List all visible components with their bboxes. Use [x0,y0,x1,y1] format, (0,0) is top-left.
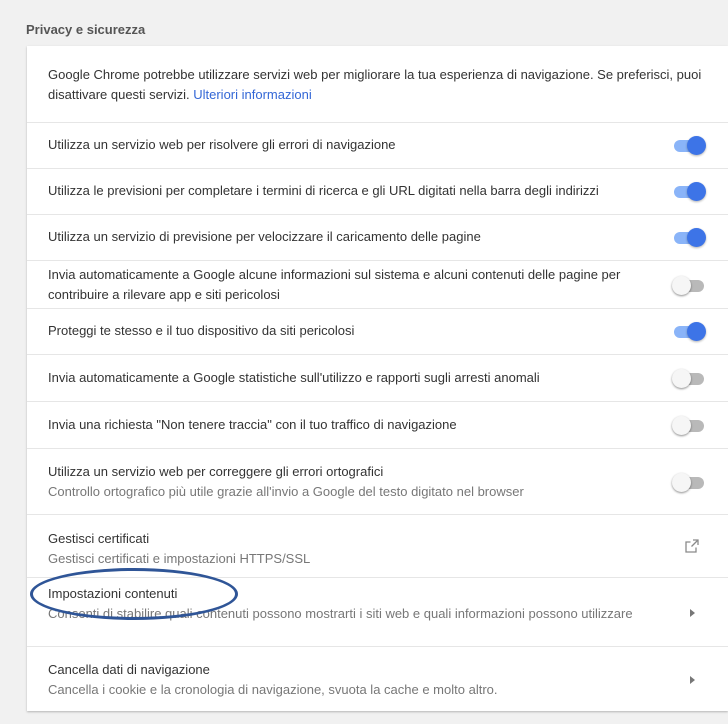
link-label: Impostazioni contenuti [48,586,178,601]
setting-row-do-not-track[interactable]: Invia una richiesta "Non tenere traccia"… [27,401,728,448]
setting-label: Proteggi te stesso e il tuo dispositivo … [48,323,355,338]
setting-row-safe-browsing-reports[interactable]: Invia automaticamente a Google alcune in… [27,260,728,308]
link-sublabel: Gestisci certificati e impostazioni HTTP… [48,551,311,566]
toggle-knob [687,182,706,201]
intro-description: Google Chrome potrebbe utilizzare serviz… [48,67,702,102]
open-in-new-icon[interactable] [684,538,700,554]
intro-row: Google Chrome potrebbe utilizzare serviz… [27,46,728,122]
link-sublabel: Consenti di stabilire quali contenuti po… [48,606,633,621]
safe-browsing-reports-toggle[interactable] [672,276,704,295]
setting-row-navigation-errors[interactable]: Utilizza un servizio web per risolvere g… [27,122,728,168]
link-row-content-settings[interactable]: Impostazioni contenuti Consenti di stabil… [27,577,728,646]
setting-row-page-preload[interactable]: Utilizza un servizio di previsione per v… [27,214,728,260]
search-predictions-toggle[interactable] [674,182,706,201]
learn-more-link[interactable]: Ulteriori informazioni [193,87,311,102]
setting-label: Utilizza un servizio di previsione per v… [48,229,481,244]
chevron-right-icon[interactable] [690,609,695,617]
do-not-track-toggle[interactable] [672,416,704,435]
setting-row-spell-check[interactable]: Utilizza un servizio web per correggere … [27,448,728,514]
toggle-knob [672,416,691,435]
setting-label: Utilizza le previsioni per completare i … [48,183,599,198]
setting-label: Utilizza un servizio web per correggere … [48,464,384,479]
section-title: Privacy e sicurezza [26,22,146,37]
setting-row-search-predictions[interactable]: Utilizza le previsioni per completare i … [27,168,728,214]
navigation-errors-toggle[interactable] [674,136,706,155]
toggle-knob [672,276,691,295]
setting-text: Utilizza un servizio web per correggere … [48,462,648,502]
link-sublabel: Cancella i cookie e la cronologia di nav… [48,682,498,697]
page-preload-toggle[interactable] [674,228,706,247]
link-label: Cancella dati di navigazione [48,662,210,677]
setting-label: Invia automaticamente a Google statistic… [48,370,540,385]
intro-text: Google Chrome potrebbe utilizzare serviz… [48,65,708,105]
toggle-knob [672,369,691,388]
spell-check-toggle[interactable] [672,473,704,492]
toggle-knob [687,228,706,247]
setting-label: Invia automaticamente a Google alcune in… [48,267,621,302]
setting-sublabel: Controllo ortografico più utile grazie a… [48,484,524,499]
privacy-card: Google Chrome potrebbe utilizzare serviz… [27,46,728,711]
link-text: Gestisci certificati Gestisci certificati… [48,529,648,569]
usage-stats-toggle[interactable] [672,369,704,388]
setting-label: Utilizza un servizio web per risolvere g… [48,137,396,152]
link-row-clear-browsing-data[interactable]: Cancella dati di navigazione Cancella i c… [27,646,728,711]
link-text: Cancella dati di navigazione Cancella i c… [48,660,648,700]
setting-label: Invia una richiesta "Non tenere traccia"… [48,417,457,432]
chevron-right-icon[interactable] [690,676,695,684]
link-label: Gestisci certificati [48,531,150,546]
setting-row-usage-stats[interactable]: Invia automaticamente a Google statistic… [27,354,728,401]
toggle-knob [672,473,691,492]
setting-row-safe-browsing[interactable]: Proteggi te stesso e il tuo dispositivo … [27,308,728,354]
safe-browsing-toggle[interactable] [674,322,706,341]
toggle-knob [687,322,706,341]
link-text: Impostazioni contenuti Consenti di stabil… [48,584,648,624]
toggle-knob [687,136,706,155]
link-row-manage-certificates[interactable]: Gestisci certificati Gestisci certificati… [27,514,728,577]
